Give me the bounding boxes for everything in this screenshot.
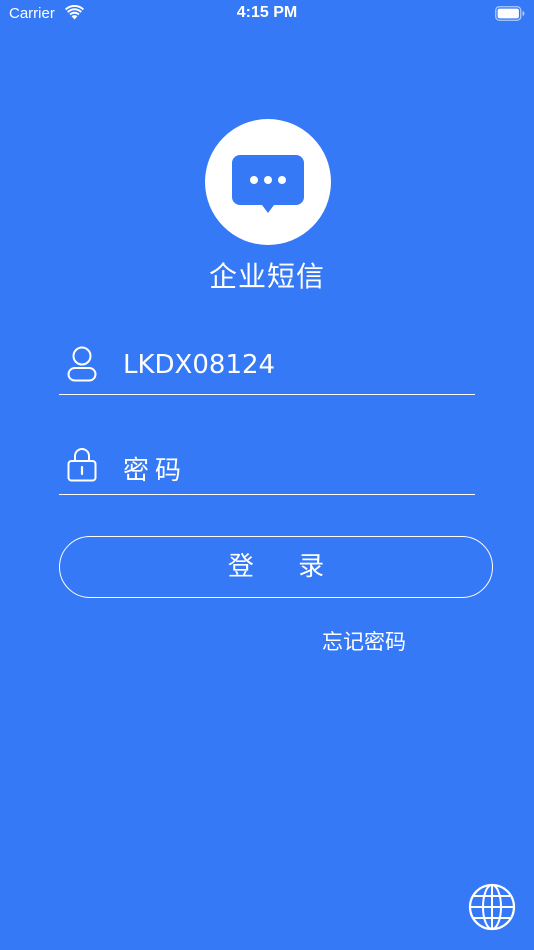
chat-bubble-icon <box>232 155 304 213</box>
user-icon <box>67 346 97 382</box>
status-time: 4:15 PM <box>236 4 298 21</box>
login-screen: Carrier 4:15 PM 企业短信 LKDX08124 密码 登 录 忘记… <box>0 0 534 950</box>
forgot-password-link[interactable]: 忘记密码 <box>322 626 406 656</box>
username-field[interactable]: LKDX08124 <box>59 336 475 395</box>
lock-icon <box>67 448 97 482</box>
globe-icon[interactable] <box>468 883 516 931</box>
login-button[interactable]: 登 录 <box>59 536 493 598</box>
status-bar: Carrier 4:15 PM <box>0 0 534 28</box>
username-value[interactable]: LKDX08124 <box>123 350 275 380</box>
app-title: 企业短信 <box>208 260 325 293</box>
password-placeholder[interactable]: 密码 <box>123 450 187 487</box>
password-field[interactable]: 密码 <box>59 436 475 495</box>
battery-icon <box>495 6 525 21</box>
